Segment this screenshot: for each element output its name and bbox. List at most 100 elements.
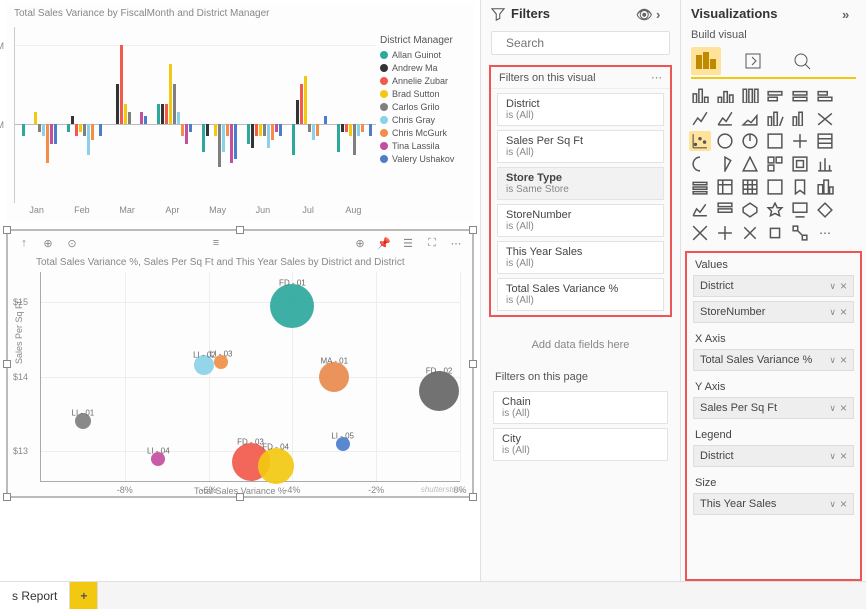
viz-type-icon[interactable] bbox=[764, 154, 786, 174]
bar-chart-visual[interactable]: Total Sales Variance by FiscalMonth and … bbox=[6, 4, 474, 223]
bar[interactable] bbox=[349, 124, 352, 136]
bar[interactable] bbox=[169, 64, 172, 123]
bubble[interactable] bbox=[258, 448, 294, 484]
bar[interactable] bbox=[341, 124, 344, 132]
viz-type-icon[interactable] bbox=[814, 108, 836, 128]
bar[interactable] bbox=[292, 124, 295, 156]
well-legend[interactable]: District∨× bbox=[693, 445, 854, 467]
legend-item[interactable]: Valery Ushakov bbox=[380, 154, 462, 164]
bar[interactable] bbox=[267, 124, 270, 148]
legend-item[interactable]: Brad Sutton bbox=[380, 89, 462, 99]
bar[interactable] bbox=[161, 104, 164, 124]
viz-type-icon[interactable] bbox=[739, 85, 761, 105]
format-visual-tab[interactable] bbox=[739, 47, 769, 75]
bar[interactable] bbox=[312, 124, 315, 140]
well-xaxis[interactable]: Total Sales Variance %∨× bbox=[693, 349, 854, 371]
viz-type-icon[interactable] bbox=[764, 177, 786, 197]
more-icon[interactable]: ⋯ bbox=[651, 71, 662, 84]
filter-item[interactable]: Store Typeis Same Store bbox=[497, 167, 664, 200]
viz-type-icon[interactable] bbox=[789, 223, 811, 243]
well-values-district[interactable]: District∨× bbox=[693, 275, 854, 297]
bar[interactable] bbox=[271, 124, 274, 140]
bar[interactable] bbox=[157, 104, 160, 124]
bar[interactable] bbox=[46, 124, 49, 164]
filter-item[interactable]: This Year Salesis (All) bbox=[497, 241, 664, 274]
bar[interactable] bbox=[54, 124, 57, 144]
viz-type-icon[interactable] bbox=[689, 85, 711, 105]
copy-icon[interactable]: ⊕ bbox=[352, 235, 368, 251]
bar[interactable] bbox=[128, 112, 131, 124]
bar[interactable] bbox=[214, 124, 217, 136]
bar[interactable] bbox=[50, 124, 53, 144]
bar[interactable] bbox=[140, 112, 143, 124]
viz-type-icon[interactable] bbox=[689, 200, 711, 220]
drill-up-icon[interactable]: ↑ bbox=[16, 235, 32, 251]
filter-item[interactable]: Cityis (All) bbox=[493, 428, 668, 461]
bar[interactable] bbox=[324, 116, 327, 124]
bar[interactable] bbox=[34, 112, 37, 124]
remove-icon[interactable]: × bbox=[840, 279, 847, 293]
viz-type-icon[interactable] bbox=[814, 131, 836, 151]
viz-type-icon[interactable] bbox=[739, 131, 761, 151]
search-box[interactable] bbox=[491, 31, 670, 55]
bubble[interactable] bbox=[270, 284, 314, 328]
viz-type-icon[interactable] bbox=[714, 131, 736, 151]
add-page-tab[interactable]: + bbox=[70, 582, 98, 609]
bar[interactable] bbox=[275, 124, 278, 132]
bar[interactable] bbox=[177, 112, 180, 124]
bar[interactable] bbox=[263, 124, 266, 136]
viz-type-icon[interactable] bbox=[714, 223, 736, 243]
viz-type-icon[interactable] bbox=[764, 108, 786, 128]
bar[interactable] bbox=[189, 124, 192, 132]
drill-down-icon[interactable]: ⊕ bbox=[40, 235, 56, 251]
viz-type-icon[interactable] bbox=[714, 85, 736, 105]
bar[interactable] bbox=[222, 124, 225, 152]
bar[interactable] bbox=[99, 124, 102, 136]
bar[interactable] bbox=[316, 124, 319, 136]
legend-item[interactable]: Carlos Grilo bbox=[380, 102, 462, 112]
viz-type-icon[interactable] bbox=[814, 177, 836, 197]
collapse-icon[interactable]: » bbox=[842, 7, 856, 21]
viz-type-icon[interactable] bbox=[764, 85, 786, 105]
bar[interactable] bbox=[247, 124, 250, 144]
viz-type-icon[interactable] bbox=[814, 200, 836, 220]
legend-item[interactable]: Chris McGurk bbox=[380, 128, 462, 138]
legend-item[interactable]: Annelie Zubar bbox=[380, 76, 462, 86]
filter-item[interactable]: Chainis (All) bbox=[493, 391, 668, 424]
bar[interactable] bbox=[251, 124, 254, 148]
build-visual-tab[interactable] bbox=[691, 47, 721, 75]
bar[interactable] bbox=[353, 124, 356, 156]
viz-type-icon[interactable] bbox=[689, 177, 711, 197]
more-icon[interactable]: ⋯ bbox=[448, 235, 464, 251]
bar[interactable] bbox=[67, 124, 70, 132]
viz-type-icon[interactable] bbox=[689, 108, 711, 128]
filter-item[interactable]: Total Sales Variance %is (All) bbox=[497, 278, 664, 311]
viz-type-icon[interactable] bbox=[789, 131, 811, 151]
scatter-visual-selected[interactable]: ↑ ⊕ ⊙ ≡ ⊕ 📌 ☰ ⛶ ⋯ Total Sales Variance %… bbox=[6, 229, 474, 498]
viz-type-icon[interactable] bbox=[789, 177, 811, 197]
filter-item[interactable]: Sales Per Sq Ftis (All) bbox=[497, 130, 664, 163]
filter-icon[interactable]: ☰ bbox=[400, 235, 416, 251]
bar[interactable] bbox=[38, 124, 41, 132]
bar[interactable] bbox=[206, 124, 209, 136]
bar[interactable] bbox=[308, 124, 311, 132]
well-values-storenumber[interactable]: StoreNumber∨× bbox=[693, 301, 854, 323]
bar[interactable] bbox=[255, 124, 258, 136]
bar[interactable] bbox=[259, 124, 262, 136]
viz-type-icon[interactable] bbox=[789, 85, 811, 105]
remove-icon[interactable]: × bbox=[840, 497, 847, 511]
bar[interactable] bbox=[83, 124, 86, 136]
well-size[interactable]: This Year Sales∨× bbox=[693, 493, 854, 515]
bar[interactable] bbox=[144, 116, 147, 124]
legend-item[interactable]: Chris Gray bbox=[380, 115, 462, 125]
viz-type-icon[interactable] bbox=[814, 85, 836, 105]
bar[interactable] bbox=[361, 124, 364, 132]
remove-icon[interactable]: × bbox=[840, 353, 847, 367]
bar[interactable] bbox=[116, 84, 119, 124]
legend-item[interactable]: Tina Lassila bbox=[380, 141, 462, 151]
resize-handle[interactable] bbox=[469, 226, 477, 234]
eye-icon[interactable]: 👁 bbox=[636, 7, 650, 21]
bar[interactable] bbox=[226, 124, 229, 136]
viz-type-icon[interactable] bbox=[739, 200, 761, 220]
viz-type-icon[interactable] bbox=[739, 108, 761, 128]
